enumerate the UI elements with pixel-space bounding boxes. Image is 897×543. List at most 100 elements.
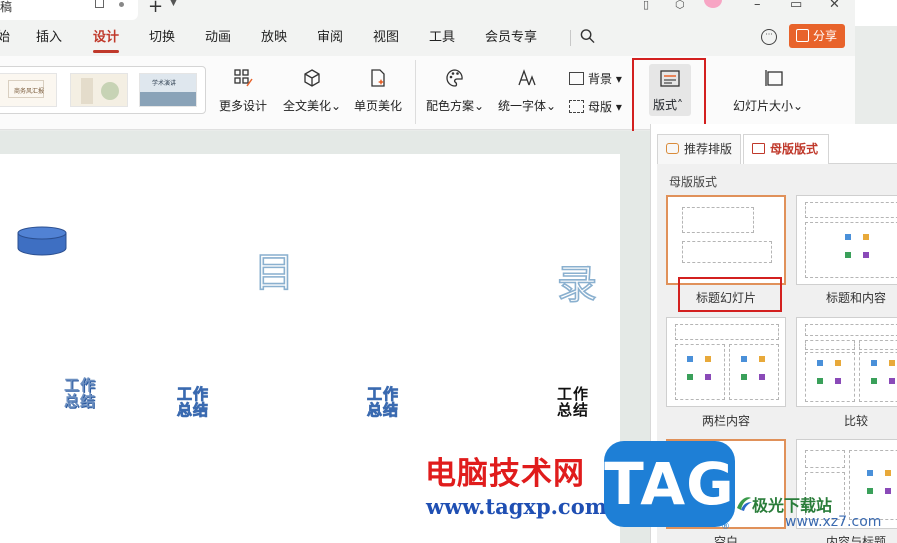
slide-item-4[interactable]: 工作 总结 (557, 386, 589, 418)
video-icon (863, 252, 869, 258)
section-heading: 母版版式 (669, 175, 718, 189)
window-layout-icon[interactable]: ▯ (643, 0, 649, 11)
layout-label: 两栏内容 (701, 414, 750, 428)
menu-design[interactable]: 设计 (93, 29, 119, 47)
content-placeholder (729, 344, 779, 400)
background-label: 背景 (588, 72, 613, 86)
title-placeholder (682, 207, 754, 233)
background-button[interactable]: 背景 ▾ (569, 70, 622, 87)
table-icon (741, 374, 747, 380)
new-tab-plus-icon[interactable]: + (148, 0, 163, 17)
maximize-icon[interactable]: ▭ (790, 0, 802, 12)
tab-master-label: 母版版式 (770, 142, 819, 156)
more-design-button[interactable]: 更多设计 (218, 68, 268, 114)
table-icon (817, 378, 823, 384)
share-button[interactable]: 分享 (789, 24, 845, 48)
menu-slideshow[interactable]: 放映 (261, 29, 287, 47)
title-bar: 稿 + ▼ ▯ ⬡ – ▭ ✕ (0, 0, 855, 20)
template-thumbnail[interactable]: 学术演讲 (139, 73, 197, 107)
tab-strip-rest (829, 134, 897, 164)
share-icon (796, 29, 809, 42)
monitor-icon[interactable] (95, 0, 104, 8)
page-sparkle-icon (371, 69, 385, 87)
menu-member[interactable]: 会员专享 (485, 29, 537, 47)
beautify-all-button[interactable]: 全文美化⌄ (280, 68, 344, 114)
template-thumbnail[interactable]: 商务风汇报 (0, 73, 57, 107)
table-icon (845, 252, 851, 258)
divider (570, 30, 571, 46)
menu-start[interactable]: 始 (0, 29, 10, 47)
unify-font-label: 统一字体⌄ (497, 99, 557, 113)
slide-size-icon (765, 70, 783, 86)
chart-icon (889, 360, 895, 366)
heading-placeholder (859, 340, 897, 350)
title-placeholder (675, 324, 779, 340)
layout-two-column[interactable] (666, 317, 786, 407)
slide-item-3[interactable]: 工作 总结 (367, 386, 399, 419)
master-icon (569, 100, 584, 113)
search-icon[interactable] (580, 28, 595, 44)
color-scheme-button[interactable]: 配色方案⌄ (425, 68, 485, 114)
more-design-label: 更多设计 (218, 99, 267, 113)
chart-icon (835, 360, 841, 366)
panel-tabs: 推荐排版 母版版式 (651, 130, 897, 164)
menu-review[interactable]: 审阅 (317, 29, 343, 47)
document-tab[interactable]: 稿 (0, 0, 138, 20)
layout-title-slide[interactable] (666, 195, 786, 285)
template-thumbnail[interactable] (70, 73, 128, 107)
divider (415, 60, 416, 124)
highlight-box (678, 277, 782, 312)
menu-transition[interactable]: 切换 (149, 29, 175, 47)
layout-comparison[interactable] (796, 317, 897, 407)
cylinder-shape[interactable] (17, 226, 67, 256)
master-layout-icon (752, 143, 765, 154)
picture-icon (687, 356, 693, 362)
palette-icon (446, 69, 463, 87)
picture-icon (817, 360, 823, 366)
video-icon (759, 374, 765, 380)
picture-icon (845, 234, 851, 240)
heading-placeholder (805, 340, 855, 350)
menu-view[interactable]: 视图 (373, 29, 399, 47)
thumbs-up-icon (666, 143, 679, 154)
chart-icon (863, 234, 869, 240)
slide-item-1[interactable]: 工作 总结 (64, 377, 96, 409)
layout-label: 标题和内容 (825, 291, 886, 305)
slide-title-char-right[interactable]: 录 (556, 252, 598, 310)
comment-icon[interactable]: ··· (761, 29, 777, 45)
color-scheme-label: 配色方案⌄ (425, 99, 485, 113)
tab-recommended-layout[interactable]: 推荐排版 (657, 134, 741, 164)
layout-title-content[interactable] (796, 195, 897, 285)
slide-item-2[interactable]: 工作 总结 (177, 386, 209, 419)
unify-font-button[interactable]: 统一字体⌄ (496, 68, 558, 114)
layout-label: 比较 (843, 414, 868, 428)
cube-icon[interactable]: ⬡ (675, 0, 685, 11)
video-icon (889, 378, 895, 384)
avatar[interactable] (704, 0, 722, 8)
minimize-icon[interactable]: – (754, 0, 761, 12)
active-tab-indicator (93, 50, 119, 53)
table-icon (687, 374, 693, 380)
menu-tools[interactable]: 工具 (429, 29, 455, 47)
aurora-logo-icon (737, 497, 752, 511)
picture-icon (867, 470, 873, 476)
master-button[interactable]: 母版 ▾ (569, 98, 622, 115)
chart-icon (885, 470, 891, 476)
design-template-gallery: 商务风汇报 学术演讲 (0, 66, 206, 114)
cube-outline-icon (304, 69, 320, 87)
background-icon (569, 72, 584, 85)
chevron-down-icon[interactable]: ▼ (170, 0, 177, 8)
menu-insert[interactable]: 插入 (36, 29, 62, 47)
beautify-page-button[interactable]: 单页美化 (352, 68, 404, 114)
menu-animation[interactable]: 动画 (205, 29, 231, 47)
slide-title-char-left[interactable]: 目 (253, 240, 295, 298)
subtitle-placeholder (682, 241, 772, 263)
video-icon (835, 378, 841, 384)
window-edge (855, 0, 897, 26)
tab-master-layout[interactable]: 母版版式 (743, 134, 829, 164)
close-icon[interactable]: ✕ (829, 0, 840, 12)
slide-size-button[interactable]: 幻灯片大小⌄ (733, 68, 810, 114)
title-placeholder (805, 202, 897, 218)
watermark-url: www.tagxp.com (426, 494, 607, 519)
site-watermark-url: www.xz7.com (785, 514, 882, 530)
